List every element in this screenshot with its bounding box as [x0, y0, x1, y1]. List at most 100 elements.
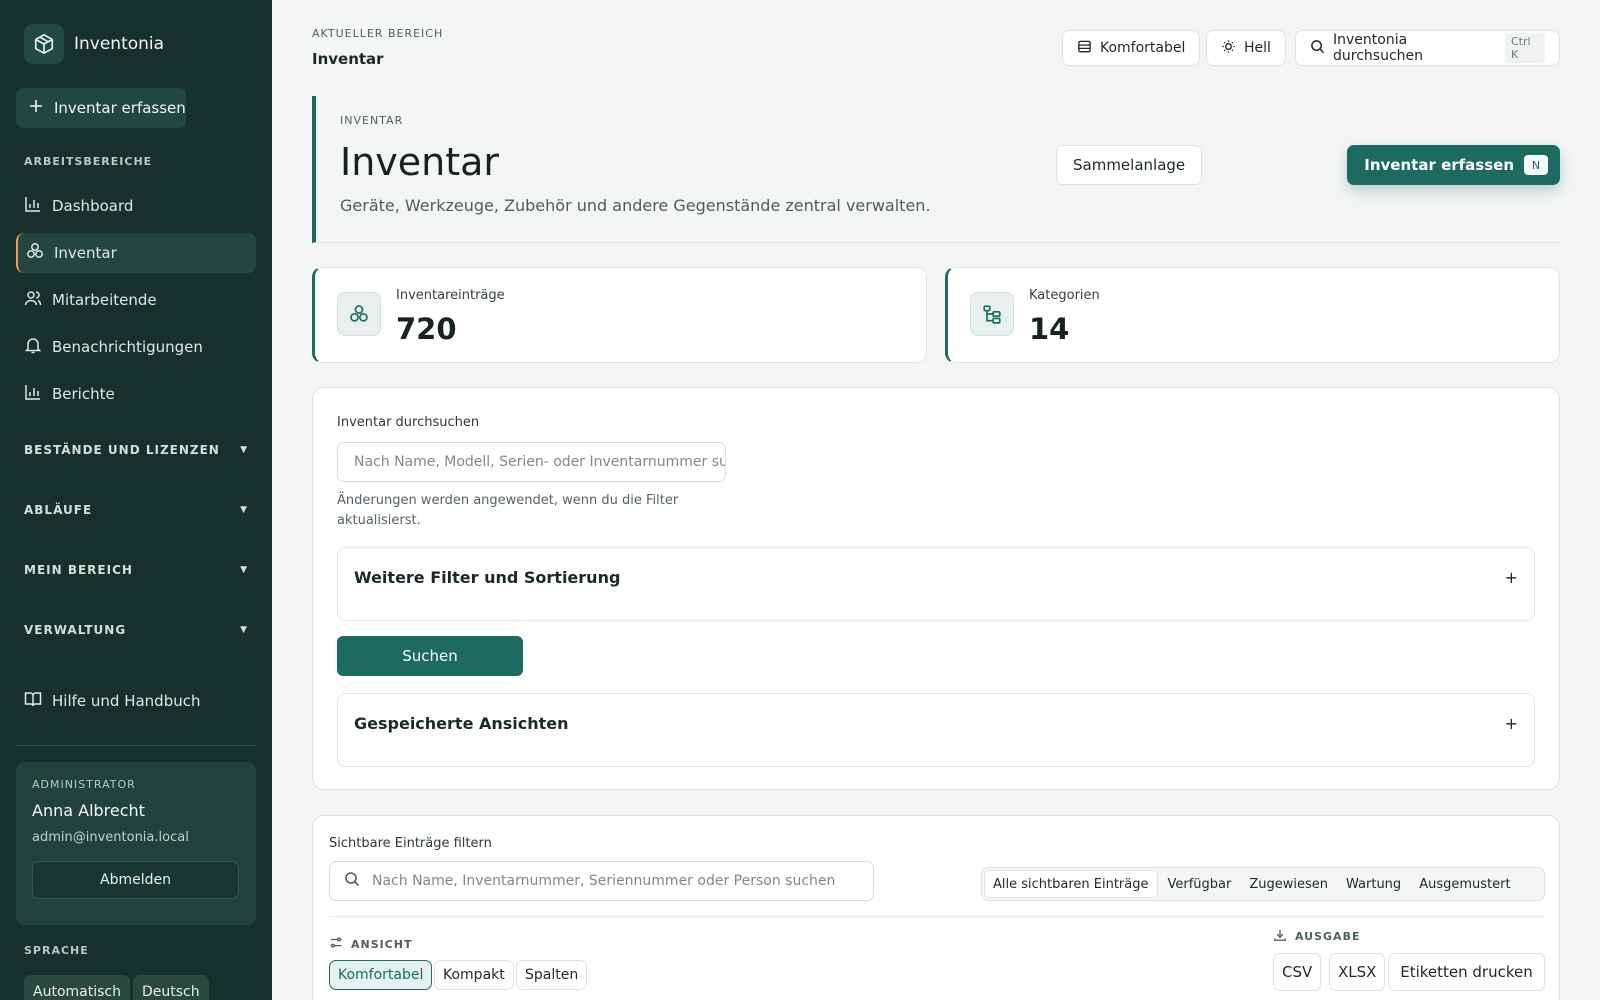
plus-icon: + — [1504, 714, 1518, 733]
view-compact-chip[interactable]: Kompakt — [434, 960, 514, 990]
tab-maintenance[interactable]: Wartung — [1338, 870, 1409, 898]
sidebar-item-employees[interactable]: Mitarbeitende — [16, 280, 256, 320]
bar-chart-icon — [24, 383, 42, 405]
sidebar-add-inventory-label: Inventar erfassen — [54, 99, 186, 117]
theme-toggle-button[interactable]: Hell — [1206, 30, 1286, 66]
view-columns-chip[interactable]: Spalten — [516, 960, 588, 990]
shortcut-badge: Ctrl K — [1504, 33, 1545, 63]
language-option-automatic[interactable]: Automatisch — [24, 975, 130, 1000]
bell-icon — [24, 336, 42, 358]
boxes-icon — [26, 242, 44, 264]
sidebar-divider — [16, 745, 256, 746]
search-icon — [1310, 39, 1325, 58]
view-label: ANSICHT — [351, 938, 413, 951]
sun-icon — [1221, 39, 1236, 58]
cube-logo-icon — [24, 24, 64, 64]
category-tree-icon — [970, 292, 1014, 336]
user-card: ADMINISTRATOR Anna Albrecht admin@invent… — [16, 762, 256, 925]
sidebar-group-stock-licenses[interactable]: BESTÄNDE UND LIZENZEN ▼ — [24, 443, 248, 457]
search-placeholder: Nach Name, Inventarnummer, Seriennummer … — [372, 873, 836, 889]
user-email: admin@inventonia.local — [32, 830, 189, 845]
sidebar-group-label: BESTÄNDE UND LIZENZEN — [24, 443, 220, 457]
more-filters-accordion[interactable]: Weitere Filter und Sortierung + — [337, 547, 1535, 621]
sidebar-item-notifications[interactable]: Benachrichtigungen — [16, 327, 256, 367]
tab-available[interactable]: Verfügbar — [1160, 870, 1240, 898]
stat-label: Kategorien — [1029, 288, 1100, 303]
sliders-icon — [329, 936, 343, 953]
inventory-search-label: Inventar durchsuchen — [337, 415, 480, 430]
filter-panel: Inventar durchsuchen Nach Name, Modell, … — [312, 387, 1560, 790]
sidebar-group-administration[interactable]: VERWALTUNG ▼ — [24, 623, 248, 637]
plus-icon: + — [1504, 568, 1518, 587]
sidebar-item-dashboard[interactable]: Dashboard — [16, 186, 256, 226]
stat-value: 14 — [1029, 312, 1070, 346]
sidebar-group-processes[interactable]: ABLÄUFE ▼ — [24, 503, 248, 517]
boxes-icon — [337, 292, 381, 336]
chevron-down-icon: ▼ — [240, 565, 248, 575]
user-name: Anna Albrecht — [32, 801, 145, 820]
global-search-label: Inventonia durchsuchen — [1333, 32, 1424, 64]
page-subtitle: Geräte, Werkzeuge, Zubehör und andere Ge… — [340, 196, 931, 215]
add-inventory-button[interactable]: Inventar erfassen N — [1347, 145, 1560, 185]
accordion-title: Weitere Filter und Sortierung — [354, 568, 621, 587]
sidebar: Inventonia Inventar erfassen ARBEITSBERE… — [0, 0, 272, 1000]
list-panel: Sichtbare Einträge filtern Nach Name, In… — [312, 815, 1560, 1000]
chevron-down-icon: ▼ — [240, 625, 248, 635]
output-section-label: AUSGABE — [1273, 928, 1360, 945]
stat-value: 720 — [396, 312, 457, 346]
tab-all-visible[interactable]: Alle sichtbaren Einträge — [984, 870, 1158, 898]
chevron-down-icon: ▼ — [240, 505, 248, 515]
language-option-german[interactable]: Deutsch — [133, 975, 209, 1000]
saved-views-accordion[interactable]: Gespeicherte Ansichten + — [337, 693, 1535, 767]
chevron-down-icon: ▼ — [240, 445, 248, 455]
search-icon — [344, 871, 360, 891]
theme-label: Hell — [1244, 40, 1271, 56]
export-xlsx-button[interactable]: XLSX — [1329, 953, 1386, 991]
density-toggle-button[interactable]: Komfortabel — [1062, 30, 1201, 66]
divider — [329, 916, 1545, 917]
breadcrumb: Inventar — [312, 50, 384, 68]
bar-chart-icon — [24, 195, 42, 217]
density-label: Komfortabel — [1100, 40, 1186, 56]
sidebar-item-label: Benachrichtigungen — [52, 338, 203, 356]
sidebar-item-help[interactable]: Hilfe und Handbuch — [16, 681, 256, 721]
sidebar-item-inventory[interactable]: Inventar — [16, 233, 256, 273]
view-comfortable-chip[interactable]: Komfortabel — [329, 960, 433, 990]
status-tabs: Alle sichtbaren Einträge Verfügbar Zugew… — [981, 867, 1545, 901]
visible-entries-search-input[interactable]: Nach Name, Inventarnummer, Seriennummer … — [329, 861, 874, 901]
brand[interactable]: Inventonia — [24, 24, 164, 64]
plus-icon — [28, 98, 44, 118]
sidebar-item-label: Berichte — [52, 385, 115, 403]
stat-card-inventory-entries: Inventareinträge 720 — [312, 267, 927, 363]
page-title: Inventar — [340, 140, 500, 184]
logout-button[interactable]: Abmelden — [32, 861, 239, 899]
tab-assigned[interactable]: Zugewiesen — [1241, 870, 1336, 898]
book-icon — [24, 690, 42, 712]
section-label-workspaces: ARBEITSBEREICHE — [24, 155, 153, 168]
accordion-title: Gespeicherte Ansichten — [354, 714, 569, 733]
page-eyebrow: INVENTAR — [340, 114, 404, 127]
sidebar-group-label: VERWALTUNG — [24, 623, 127, 637]
sidebar-item-reports[interactable]: Berichte — [16, 374, 256, 414]
users-icon — [24, 289, 42, 311]
output-label: AUSGABE — [1295, 930, 1361, 943]
brand-name: Inventonia — [74, 34, 165, 54]
shortcut-badge: N — [1524, 155, 1548, 175]
search-button[interactable]: Suchen — [337, 636, 523, 676]
sidebar-group-label: ABLÄUFE — [24, 503, 93, 517]
inventory-search-input[interactable]: Nach Name, Modell, Serien- oder Inventar… — [337, 442, 726, 482]
page-header: INVENTAR Inventar Geräte, Werkzeuge, Zub… — [312, 96, 1560, 243]
sidebar-add-inventory-button[interactable]: Inventar erfassen — [16, 88, 186, 128]
table-layout-icon — [1077, 39, 1092, 58]
bulk-create-button[interactable]: Sammelanlage — [1056, 145, 1203, 185]
sidebar-item-label: Hilfe und Handbuch — [52, 692, 201, 710]
export-csv-button[interactable]: CSV — [1273, 953, 1322, 991]
sidebar-group-label: MEIN BEREICH — [24, 563, 133, 577]
print-labels-button[interactable]: Etiketten drucken — [1388, 953, 1545, 991]
user-role: ADMINISTRATOR — [32, 778, 136, 791]
sidebar-group-my-area[interactable]: MEIN BEREICH ▼ — [24, 563, 248, 577]
view-section-label: ANSICHT — [329, 936, 413, 953]
global-search-button[interactable]: Inventonia durchsuchen Ctrl K — [1295, 30, 1560, 66]
breadcrumb-label: AKTUELLER BEREICH — [312, 27, 444, 40]
tab-retired[interactable]: Ausgemustert — [1411, 870, 1518, 898]
